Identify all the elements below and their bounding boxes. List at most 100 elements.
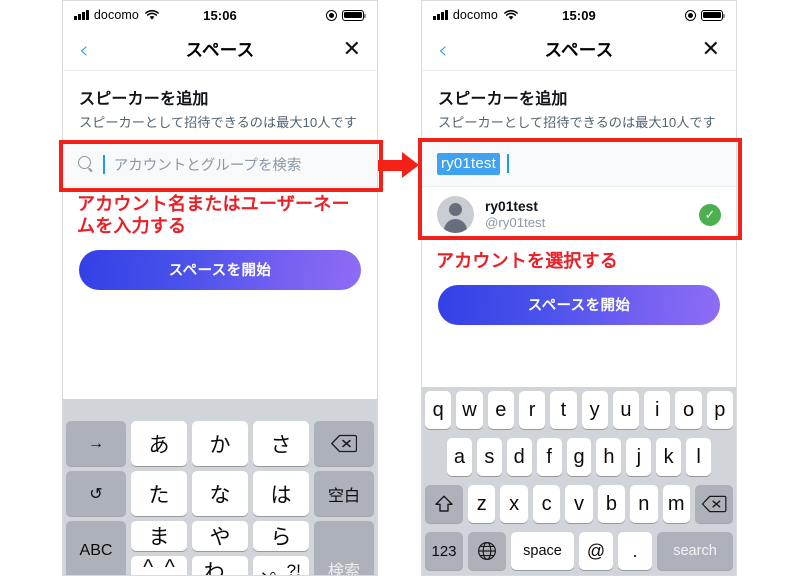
key-y[interactable]: y xyxy=(581,391,608,429)
text-caret xyxy=(103,154,105,174)
key-l[interactable]: l xyxy=(686,438,712,476)
key-x[interactable]: x xyxy=(500,485,528,523)
section-subtitle: スピーカーとして招待できるのは最大10人です xyxy=(79,115,357,130)
key-m[interactable]: m xyxy=(662,485,690,523)
result-display-name: ry01test xyxy=(485,199,538,214)
carrier-label: docomo xyxy=(93,8,139,22)
start-space-button[interactable]: スペースを開始 xyxy=(438,284,720,325)
close-icon[interactable]: ✕ xyxy=(343,38,361,61)
keyboard-row: ABC ま ^_^ や わ_ ら 、。?! 検索 xyxy=(66,521,374,575)
key-ta[interactable]: た xyxy=(131,471,187,516)
wifi-icon xyxy=(145,9,159,21)
check-circle-icon[interactable]: ✓ xyxy=(699,203,721,226)
section-subtitle: スピーカーとして招待できるのは最大10人です xyxy=(438,115,716,130)
key-z[interactable]: z xyxy=(468,485,496,523)
key-d[interactable]: d xyxy=(506,438,532,476)
status-bar: docomo 15:06 xyxy=(63,1,377,29)
status-left: docomo xyxy=(433,8,518,22)
status-left: docomo xyxy=(74,8,159,22)
key-shift[interactable] xyxy=(425,485,464,523)
key-s[interactable]: s xyxy=(476,438,502,476)
keyboard-mid-column-2: や わ_ xyxy=(192,521,248,575)
carrier-label: docomo xyxy=(452,8,498,22)
key-period[interactable]: . xyxy=(618,532,652,570)
key-backspace[interactable] xyxy=(694,485,733,523)
key-ha[interactable]: は xyxy=(253,471,309,516)
keyboard-japanese[interactable]: → あ か さ ↺ た な は 空白 ABC ま ^_^ や わ_ ら 、。?!… xyxy=(63,399,377,575)
key-a[interactable]: a xyxy=(447,438,472,476)
key-b[interactable]: b xyxy=(597,485,626,523)
key-n[interactable]: n xyxy=(630,485,658,523)
key-o[interactable]: o xyxy=(675,391,702,429)
chevron-left-icon[interactable]: ‹ xyxy=(79,38,101,62)
keyboard-row-3: z x c v b n m xyxy=(425,485,733,523)
keyboard-mid-column-1: ま ^_^ xyxy=(131,521,187,575)
key-u[interactable]: u xyxy=(612,391,640,429)
result-handle: @ry01test xyxy=(485,215,546,230)
key-ma[interactable]: ま xyxy=(131,521,187,551)
search-placeholder: アカウントとグループを検索 xyxy=(113,157,302,174)
key-ka[interactable]: か xyxy=(192,421,248,466)
key-abc[interactable]: ABC xyxy=(66,521,126,575)
avatar-icon xyxy=(437,196,474,233)
keyboard-mid-column-3: ら 、。?! xyxy=(253,521,309,575)
key-p[interactable]: p xyxy=(706,391,733,429)
key-backspace[interactable] xyxy=(314,421,374,466)
key-t[interactable]: t xyxy=(550,391,577,429)
key-ra[interactable]: ら xyxy=(253,521,309,551)
chevron-left-icon[interactable]: ‹ xyxy=(438,38,460,62)
key-g[interactable]: g xyxy=(566,438,592,476)
key-na[interactable]: な xyxy=(192,471,248,516)
search-input[interactable]: アカウントとグループを検索 xyxy=(63,141,377,187)
battery-icon xyxy=(342,9,366,21)
key-search[interactable]: 検索 xyxy=(314,521,374,575)
keyboard-left-column: ABC xyxy=(66,521,126,575)
key-emoticon[interactable]: ^_^ xyxy=(131,556,187,575)
key-numbers[interactable]: 123 xyxy=(425,532,463,570)
nav-bar: ‹ スペース ✕ xyxy=(63,29,377,71)
key-undo[interactable]: ↺ xyxy=(66,471,126,516)
key-f[interactable]: f xyxy=(536,438,562,476)
location-icon xyxy=(685,9,696,21)
key-k[interactable]: k xyxy=(656,438,682,476)
phone-screen-after: docomo 15:09 ‹ スペース ✕ スピーカーを追加 スピーカーとして招… xyxy=(421,0,737,576)
status-right xyxy=(685,9,725,21)
key-globe[interactable] xyxy=(468,532,506,570)
signal-icon xyxy=(74,10,89,20)
annotation-text-before: アカウント名またはユーザーネームを入力する xyxy=(77,194,350,236)
search-input[interactable]: ry01test xyxy=(422,141,736,187)
key-wa[interactable]: わ_ xyxy=(192,556,248,575)
key-search[interactable]: search xyxy=(657,532,733,570)
battery-icon xyxy=(701,9,725,21)
key-h[interactable]: h xyxy=(596,438,622,476)
key-sa[interactable]: さ xyxy=(253,421,309,466)
key-space[interactable]: 空白 xyxy=(314,471,374,516)
key-c[interactable]: c xyxy=(532,485,561,523)
key-r[interactable]: r xyxy=(518,391,546,429)
key-a[interactable]: あ xyxy=(131,421,187,466)
signal-icon xyxy=(433,10,448,20)
key-e[interactable]: e xyxy=(487,391,514,429)
key-v[interactable]: v xyxy=(565,485,593,523)
key-ya[interactable]: や xyxy=(192,521,248,551)
location-icon xyxy=(326,9,337,21)
start-space-button[interactable]: スペースを開始 xyxy=(79,249,361,290)
close-icon[interactable]: ✕ xyxy=(702,38,720,61)
keyboard-row: ↺ た な は 空白 xyxy=(66,471,374,516)
key-punctuation[interactable]: 、。?! xyxy=(253,556,309,575)
keyboard-qwerty[interactable]: q w e r t y u i o p a s d f g h j k l z … xyxy=(422,387,736,575)
key-w[interactable]: w xyxy=(456,391,483,429)
section-header: スピーカーを追加 スピーカーとして招待できるのは最大10人です xyxy=(422,71,736,141)
key-i[interactable]: i xyxy=(644,391,671,429)
cta-container: スペースを開始 xyxy=(63,244,377,290)
key-space[interactable]: space xyxy=(511,532,574,570)
predictive-bar xyxy=(66,399,374,421)
annotation-text-after: アカウントを選択する xyxy=(436,251,618,271)
key-q[interactable]: q xyxy=(425,391,452,429)
key-j[interactable]: j xyxy=(626,438,652,476)
search-result-row[interactable]: ry01test @ry01test ✓ xyxy=(422,187,736,244)
key-at[interactable]: @ xyxy=(579,532,613,570)
text-caret xyxy=(506,154,509,173)
result-names: ry01test @ry01test xyxy=(485,199,545,230)
key-arrow-right[interactable]: → xyxy=(66,421,126,466)
